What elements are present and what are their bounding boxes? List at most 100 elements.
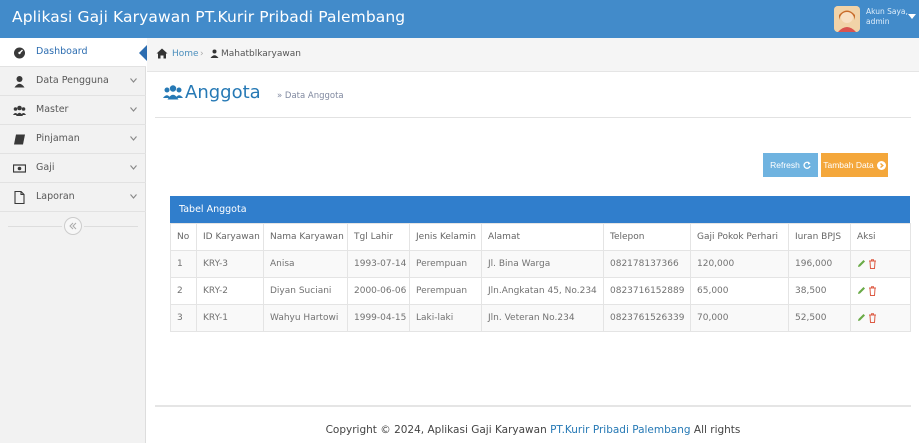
table-row: 2 KRY-2 Diyan Suciani 2000-06-06 Perempu…	[170, 277, 911, 305]
dashboard-icon	[14, 47, 25, 59]
table-cell: 1999-04-15	[347, 304, 410, 332]
sidebar-collapse-button[interactable]	[64, 217, 82, 235]
table-cell: KRY-1	[196, 304, 264, 332]
table-cell: KRY-2	[196, 277, 264, 305]
sidebar-item-master[interactable]: Master	[0, 96, 146, 125]
sidebar-item-data-pengguna[interactable]: Data Pengguna	[0, 67, 146, 96]
user-greeting: Akun Saya,	[866, 7, 908, 16]
refresh-button-label: Refresh	[770, 160, 800, 170]
trash-icon[interactable]	[868, 313, 877, 323]
table-cell: Diyan Suciani	[263, 277, 348, 305]
users-icon	[163, 85, 183, 100]
table-cell: 082178137366	[603, 250, 691, 278]
column-header: Nama Karyawan	[263, 223, 348, 251]
table-title: Tabel Anggota	[170, 196, 910, 223]
table-cell: 38,500	[788, 277, 851, 305]
table-cell: Perempuan	[409, 277, 482, 305]
table-actions	[850, 277, 911, 305]
users-icon	[13, 105, 26, 116]
column-header: Aksi	[850, 223, 911, 251]
table-cell: 70,000	[690, 304, 789, 332]
column-header: Alamat	[481, 223, 604, 251]
member-table-panel: Tabel Anggota No ID Karyawan Nama Karyaw…	[170, 196, 911, 332]
refresh-button[interactable]: Refresh	[763, 153, 818, 177]
breadcrumb-home-link[interactable]: Home	[172, 49, 199, 59]
app-title[interactable]: Aplikasi Gaji Karyawan PT.Kurir Pribadi …	[12, 8, 405, 26]
sidebar: Dashboard Data Pengguna Master Pinjaman …	[0, 38, 147, 443]
footer: Copyright © 2024, Aplikasi Gaji Karyawan…	[155, 405, 911, 443]
sidebar-item-label: Gaji	[36, 162, 55, 173]
chevron-down-icon	[130, 107, 137, 112]
sidebar-item-label: Data Pengguna	[36, 75, 109, 86]
table-row: 3 KRY-1 Wahyu Hartowi 1999-04-15 Laki-la…	[170, 304, 911, 332]
column-header: Tgl Lahir	[347, 223, 410, 251]
table-cell: 2000-06-06	[347, 277, 410, 305]
sidebar-item-gaji[interactable]: Gaji	[0, 154, 146, 183]
trash-icon[interactable]	[868, 286, 877, 296]
column-header: ID Karyawan	[196, 223, 264, 251]
edit-icon[interactable]	[857, 259, 866, 268]
edit-icon[interactable]	[857, 313, 866, 322]
table-cell: 196,000	[788, 250, 851, 278]
chevron-down-icon	[130, 194, 137, 199]
table-cell: 65,000	[690, 277, 789, 305]
copyright-suffix: All rights	[693, 424, 741, 436]
user-icon	[210, 49, 219, 58]
table-cell: Jln.Angkatan 45, No.234	[481, 277, 604, 305]
sidebar-item-laporan[interactable]: Laporan	[0, 183, 146, 212]
breadcrumb: Home › Mahatblkaryawan	[147, 38, 919, 72]
table-cell: 1993-07-14	[347, 250, 410, 278]
sidebar-item-label: Pinjaman	[36, 133, 80, 144]
double-chevron-left-icon	[69, 222, 77, 230]
chevron-down-icon	[130, 136, 137, 141]
table-cell: 0823761526339	[603, 304, 691, 332]
chevron-down-icon	[130, 78, 137, 83]
caret-down-icon[interactable]	[908, 14, 916, 19]
breadcrumb-separator: ›	[200, 49, 204, 59]
sidebar-item-label: Master	[36, 104, 69, 115]
copyright-prefix: Copyright © 2024, Aplikasi Gaji Karyawan	[325, 424, 547, 436]
user-menu[interactable]: Akun Saya, admin	[866, 7, 908, 27]
table-row: 1 KRY-3 Anisa 1993-07-14 Perempuan Jl. B…	[170, 250, 911, 278]
add-data-button-label: Tambah Data	[823, 160, 874, 170]
breadcrumb-current: Mahatblkaryawan	[221, 49, 301, 59]
edit-icon[interactable]	[857, 286, 866, 295]
table-cell: Perempuan	[409, 250, 482, 278]
page-header: Anggota » Data Anggota	[155, 78, 911, 118]
table-cell: KRY-3	[196, 250, 264, 278]
user-name: admin	[866, 17, 890, 26]
money-icon	[13, 164, 26, 173]
copyright-brand: PT.Kurir Pribadi Palembang	[550, 424, 691, 436]
divider	[8, 226, 62, 227]
home-icon[interactable]	[156, 48, 168, 59]
table-cell: 0823716152889	[603, 277, 691, 305]
column-header: Jenis Kelamin	[409, 223, 482, 251]
column-header: Iuran BPJS	[788, 223, 851, 251]
sidebar-item-label: Laporan	[36, 191, 75, 202]
table-actions	[850, 304, 911, 332]
table-cell: Jln. Veteran No.234	[481, 304, 604, 332]
add-data-button[interactable]: Tambah Data	[821, 153, 888, 177]
table-cell: 52,500	[788, 304, 851, 332]
active-indicator	[139, 45, 147, 61]
table-cell: Anisa	[263, 250, 348, 278]
table-cell: 1	[170, 250, 197, 278]
table-actions	[850, 250, 911, 278]
copyright-text: Copyright © 2024, Aplikasi Gaji Karyawan…	[155, 424, 911, 436]
sidebar-item-pinjaman[interactable]: Pinjaman	[0, 125, 146, 154]
user-icon	[14, 76, 25, 88]
table-cell: Jl. Bina Warga	[481, 250, 604, 278]
table-header-row: No ID Karyawan Nama Karyawan Tgl Lahir J…	[170, 223, 911, 251]
user-avatar-icon[interactable]	[834, 6, 860, 32]
sidebar-item-dashboard[interactable]: Dashboard	[0, 38, 147, 67]
table-cell: 3	[170, 304, 197, 332]
member-table: No ID Karyawan Nama Karyawan Tgl Lahir J…	[170, 223, 911, 332]
top-navbar: Aplikasi Gaji Karyawan PT.Kurir Pribadi …	[0, 0, 919, 38]
table-cell: Laki-laki	[409, 304, 482, 332]
column-header: No	[170, 223, 197, 251]
sidebar-item-label: Dashboard	[36, 46, 88, 57]
column-header: Telepon	[603, 223, 691, 251]
column-header: Gaji Pokok Perhari	[690, 223, 789, 251]
trash-icon[interactable]	[868, 259, 877, 269]
file-icon	[14, 191, 25, 204]
